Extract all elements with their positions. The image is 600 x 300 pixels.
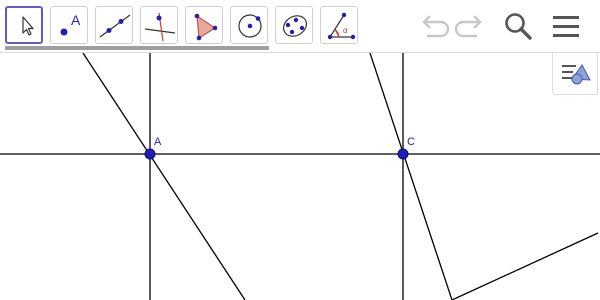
point-icon: A <box>60 12 81 36</box>
line-diagonal-c[interactable] <box>369 53 453 300</box>
point-c[interactable] <box>397 148 409 160</box>
move-arrow-icon <box>22 16 34 36</box>
search-icon <box>505 13 532 40</box>
undo-button[interactable] <box>416 8 452 44</box>
search-button[interactable] <box>500 8 536 44</box>
undo-icon <box>422 15 450 38</box>
graphics-view[interactable]: A C <box>0 53 600 300</box>
redo-icon <box>454 15 482 38</box>
menu-button[interactable] <box>548 8 584 44</box>
conic-five-points-icon <box>282 15 308 37</box>
angle-tool-label: α <box>343 26 348 35</box>
line-tool-button[interactable] <box>95 6 133 44</box>
perpendicular-tool-button[interactable] <box>140 6 178 44</box>
polygon-icon <box>194 13 218 41</box>
toolbar: A α <box>0 0 600 53</box>
toolbar-scrollbar[interactable] <box>5 46 269 50</box>
segment-bottom-right[interactable] <box>451 232 599 300</box>
redo-button[interactable] <box>452 8 488 44</box>
line-icon <box>99 14 131 38</box>
line-diagonal-a[interactable] <box>82 53 246 300</box>
point-tool-label: A <box>71 12 81 28</box>
move-tool-button[interactable] <box>5 6 43 44</box>
polygon-tool-button[interactable] <box>185 6 223 44</box>
point-tool-button[interactable]: A <box>50 6 88 44</box>
point-c-label: C <box>407 136 415 148</box>
angle-icon: α <box>327 12 356 40</box>
angle-tool-button[interactable]: α <box>320 6 358 44</box>
circle-tool-button[interactable] <box>230 6 268 44</box>
point-a[interactable] <box>144 148 156 160</box>
perpendicular-line-icon <box>144 12 176 42</box>
circle-center-point-icon <box>238 14 262 38</box>
conic-tool-button[interactable] <box>275 6 313 44</box>
menu-icon <box>553 16 579 37</box>
point-a-label: A <box>154 136 162 148</box>
